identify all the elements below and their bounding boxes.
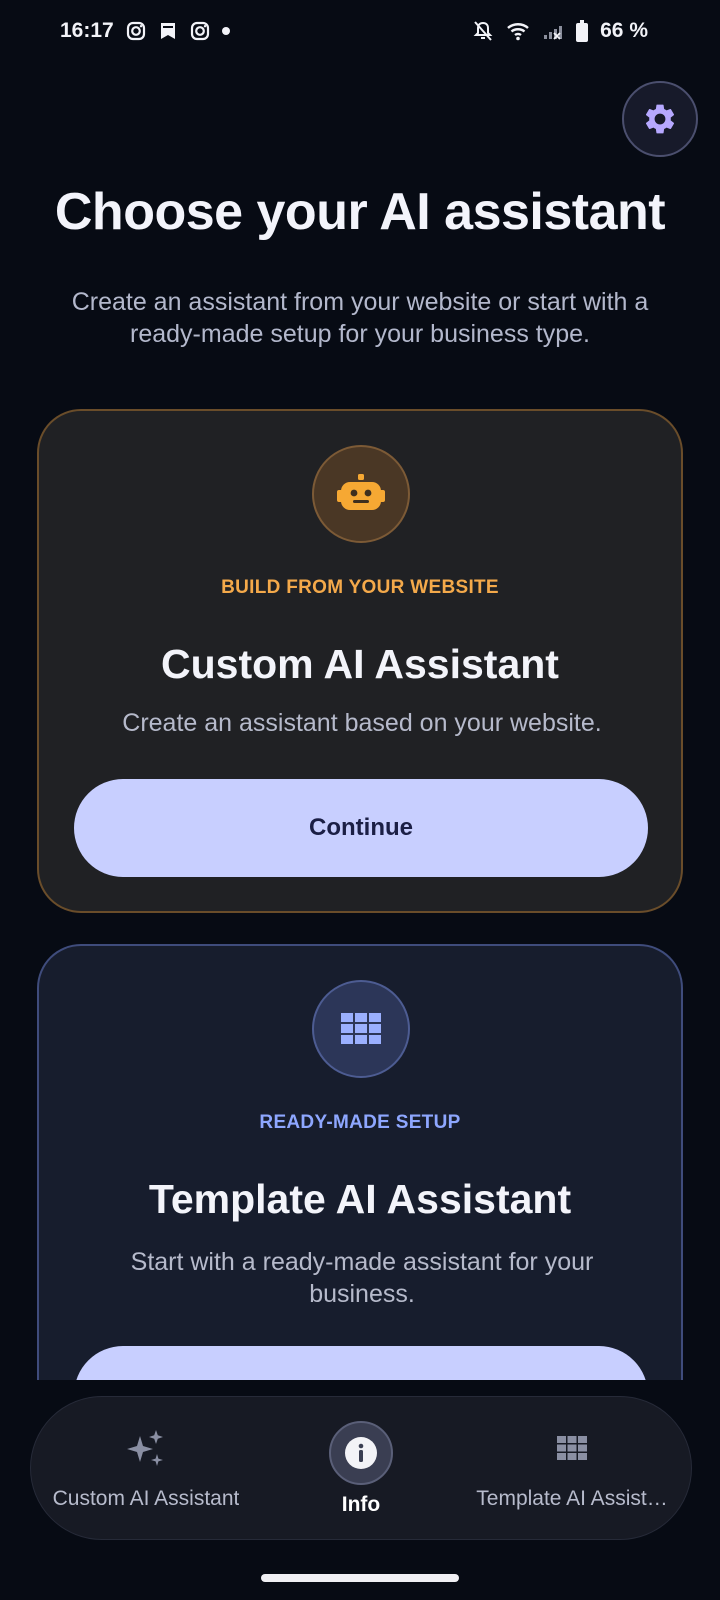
status-time: 16:17 [60, 19, 114, 42]
card-title: Custom AI Assistant [161, 641, 559, 687]
nav-label: Custom AI Assistant [52, 1487, 240, 1510]
mute-icon [472, 20, 494, 42]
bookmark-icon [158, 21, 178, 41]
battery-level: 66 % [600, 19, 648, 42]
card-eyebrow: READY-MADE SETUP [259, 1112, 461, 1133]
nav-item-info[interactable]: Info [281, 1397, 441, 1541]
card-title: Template AI Assistant [148, 1176, 572, 1222]
page-subtitle: Create an assistant from your website or… [71, 288, 649, 348]
battery-icon [576, 20, 589, 42]
custom-assistant-card[interactable]: BUILD FROM YOUR WEBSITE Custom AI Assist… [37, 409, 683, 913]
nav-item-template-ai-assistant[interactable]: Template AI Assist… [451, 1397, 693, 1541]
continue-button[interactable]: Continue [74, 779, 648, 877]
card-eyebrow: BUILD FROM YOUR WEBSITE [221, 577, 499, 598]
template-assistant-card[interactable]: READY-MADE SETUP Template AI Assistant S… [37, 944, 683, 1444]
bottom-navigation: Custom AI Assistant Info Template AI Ass… [30, 1396, 692, 1540]
gear-icon [642, 101, 678, 137]
home-indicator[interactable] [261, 1574, 459, 1582]
signal-icon [542, 21, 564, 41]
page-title: Choose your AI assistant [54, 183, 666, 241]
notification-dot-icon [221, 27, 230, 35]
grid-icon [557, 1427, 587, 1469]
wifi-icon [506, 20, 530, 42]
robot-icon [312, 445, 410, 543]
info-icon [329, 1421, 393, 1485]
nav-label: Info [341, 1493, 381, 1516]
card-description: Start with a ready-made assistant for yo… [130, 1248, 594, 1308]
nav-label: Template AI Assist… [476, 1487, 668, 1510]
instagram-icon [190, 21, 210, 41]
settings-button[interactable] [622, 81, 698, 157]
instagram-icon [126, 21, 146, 41]
sparkles-icon [126, 1427, 166, 1469]
card-description: Create an assistant based on your websit… [122, 709, 602, 737]
nav-item-custom-ai-assistant[interactable]: Custom AI Assistant [31, 1397, 261, 1541]
grid-icon [312, 980, 410, 1078]
status-bar: 16:17 66 % [0, 0, 720, 62]
